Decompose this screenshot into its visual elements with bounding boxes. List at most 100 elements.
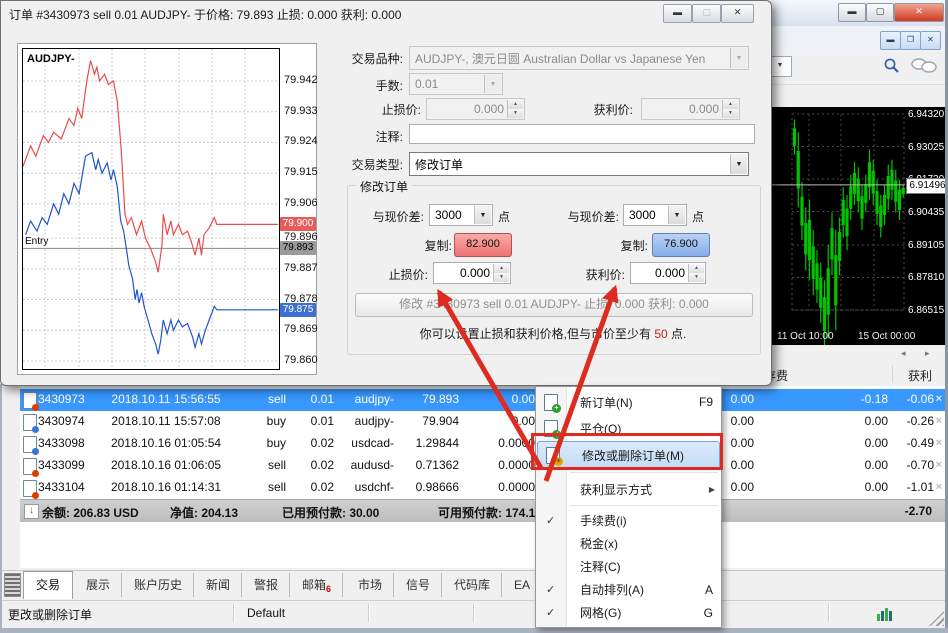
copy-label-sl: 复制: [384, 237, 452, 254]
cell-profit: -0.26 [892, 414, 934, 430]
spin-up-icon[interactable]: ▲ [508, 100, 523, 109]
copy-sl-button[interactable]: 82.900 [454, 233, 512, 257]
scroll-right-icon[interactable]: ▸ [925, 348, 930, 358]
order-sell-icon [23, 480, 37, 497]
close-order-icon[interactable]: × [936, 392, 942, 407]
tick-chart-y-label: 79.860 [284, 354, 318, 368]
trade-type-combo[interactable]: 修改订单▼ [409, 152, 749, 176]
level-label-sl: 与现价差: [344, 208, 424, 225]
tab-账户历史[interactable]: 账户历史 [123, 573, 194, 597]
cell-price: 1.29844 [397, 436, 459, 452]
dock-panel-icon[interactable] [4, 573, 21, 597]
cell-price: 0.98666 [397, 480, 459, 496]
cell-symbol: audusd- [337, 458, 394, 474]
total-profit: -2.70 [905, 504, 932, 518]
spin-down-icon[interactable]: ▼ [508, 109, 523, 118]
cell-commission: 0.00 [722, 392, 754, 408]
menu-item-网格G[interactable]: ✓网格(G)G [536, 601, 721, 624]
menu-item-label: 自动排列(A) [580, 581, 644, 598]
close-order-icon[interactable]: × [936, 414, 942, 429]
close-button[interactable]: ✕ [894, 3, 944, 22]
symbol-label: 交易品种: [331, 50, 403, 67]
window-border [0, 628, 948, 633]
tab-市场[interactable]: 市场 [347, 573, 394, 597]
tab-信号[interactable]: 信号 [395, 573, 442, 597]
market-chart-x-label: 11 Oct 10:00 [777, 331, 834, 342]
spin-up-icon[interactable]: ▲ [689, 264, 704, 273]
cell-profit: -0.70 [892, 458, 934, 474]
modify-stoploss-spinner[interactable]: 0.000 ▲▼ [433, 262, 511, 284]
ask-price-tag: 79.900 [280, 217, 316, 231]
tab-警报[interactable]: 警报 [243, 573, 290, 597]
table-row[interactable]: 34331042018.10.16 01:14:31sell0.02usdchf… [20, 477, 945, 500]
menu-item-新订单N[interactable]: +新订单(N)F9 [536, 389, 721, 415]
dialog-close-button[interactable]: ✕ [721, 4, 754, 23]
status-profile[interactable]: Default [247, 606, 285, 620]
modify-takeprofit-spinner[interactable]: 0.000 ▲▼ [630, 262, 706, 284]
menu-shortcut: G [694, 606, 713, 620]
takeprofit-spinner[interactable]: 0.000 ▲▼ [641, 98, 740, 120]
table-row[interactable]: 34309742018.10.11 15:57:08buy0.01audjpy-… [20, 411, 945, 434]
dialog-maximize-button[interactable]: ▢ [692, 4, 721, 23]
menu-item-手续费i[interactable]: ✓手续费(i) [536, 509, 721, 532]
menu-item-税金x[interactable]: 税金(x) [536, 532, 721, 555]
close-order-icon[interactable]: × [936, 480, 942, 495]
entry-price-tag: 79.893 [280, 241, 316, 255]
table-row[interactable]: 34309732018.10.11 15:56:55sell0.01audjpy… [20, 389, 945, 412]
tab-代码库[interactable]: 代码库 [443, 573, 502, 597]
symbol-combo[interactable]: AUDJPY-, 澳元日圆 Australian Dollar vs Japan… [409, 46, 749, 70]
minimize-button[interactable]: ▬ [838, 3, 866, 22]
cell-time: 2018.10.11 15:57:08 [105, 414, 227, 430]
cell-profit: -0.49 [892, 436, 934, 452]
modify-stoploss-label: 止损价: [356, 266, 428, 283]
volume-combo[interactable]: 0.01▼ [409, 73, 503, 95]
close-order-icon[interactable]: × [936, 436, 942, 451]
menu-item-注释C[interactable]: 注释(C) [536, 555, 721, 578]
cell-type: sell [230, 480, 286, 496]
check-icon: ✓ [546, 514, 555, 527]
menu-item-获利显示方式[interactable]: 获利显示方式▶ [536, 476, 721, 502]
market-chart-y-label: 6.94320 [908, 109, 948, 120]
spin-up-icon[interactable]: ▲ [494, 264, 509, 273]
spin-down-icon[interactable]: ▼ [494, 273, 509, 282]
scroll-left-icon[interactable]: ◂ [901, 348, 906, 358]
balance-segment: 已用预付款: 30.00 [282, 504, 379, 521]
menu-item-label: 获利显示方式 [580, 481, 652, 498]
menu-item-自动排列A[interactable]: ✓自动排列(A)A [536, 578, 721, 601]
chart-scrollbar[interactable] [771, 345, 945, 362]
table-row[interactable]: 34330982018.10.16 01:05:54buy0.02usdcad-… [20, 433, 945, 456]
zoom-icon[interactable] [883, 57, 901, 75]
stoploss-spinner[interactable]: 0.000 ▲▼ [426, 98, 525, 120]
market-chart-y-label: 6.90435 [908, 207, 948, 218]
spin-up-icon[interactable]: ▲ [723, 100, 738, 109]
table-row[interactable]: 34330992018.10.16 01:06:05sell0.02audusd… [20, 455, 945, 478]
cell-order: 3430973 [38, 392, 102, 408]
balance-segment: 余额: 206.83 USD [42, 504, 139, 521]
tick-chart-y-label: 79.924 [284, 135, 318, 149]
maximize-button[interactable]: ▢ [866, 3, 894, 22]
tick-chart-y-label: 79.942 [284, 74, 318, 88]
chart-restore-button[interactable]: ❐ [900, 31, 921, 50]
order-buy-icon [23, 436, 37, 453]
cell-price: 0.71362 [397, 458, 459, 474]
new-order-icon: + [544, 394, 558, 411]
chart-close-button[interactable]: ✕ [920, 31, 941, 50]
order-dialog: 订单 #3430973 sell 0.01 AUDJPY- 于价格: 79.89… [0, 0, 772, 386]
cell-swap: 0.00 [757, 436, 888, 452]
spin-down-icon[interactable]: ▼ [689, 273, 704, 282]
level-combo-tp[interactable]: 3000▼ [623, 204, 687, 226]
modify-order-button[interactable]: 修改 #3430973 sell 0.01 AUDJPY- 止损: 0.000 … [355, 293, 753, 317]
spin-down-icon[interactable]: ▼ [723, 109, 738, 118]
tab-邮箱[interactable]: 邮箱6 [291, 573, 343, 597]
level-combo-sl[interactable]: 3000▼ [429, 204, 493, 226]
tab-新闻[interactable]: 新闻 [195, 573, 242, 597]
chart-minimize-button[interactable]: ▬ [880, 31, 901, 50]
column-header-profit[interactable]: 获利 [908, 367, 932, 384]
dialog-minimize-button[interactable]: ▬ [663, 4, 692, 23]
tab-展示[interactable]: 展示 [75, 573, 122, 597]
copy-tp-button[interactable]: 76.900 [652, 233, 710, 257]
close-order-icon[interactable]: × [936, 458, 942, 473]
tab-交易[interactable]: 交易 [23, 571, 73, 599]
comment-input[interactable] [409, 124, 755, 144]
chat-icon[interactable] [910, 56, 940, 76]
